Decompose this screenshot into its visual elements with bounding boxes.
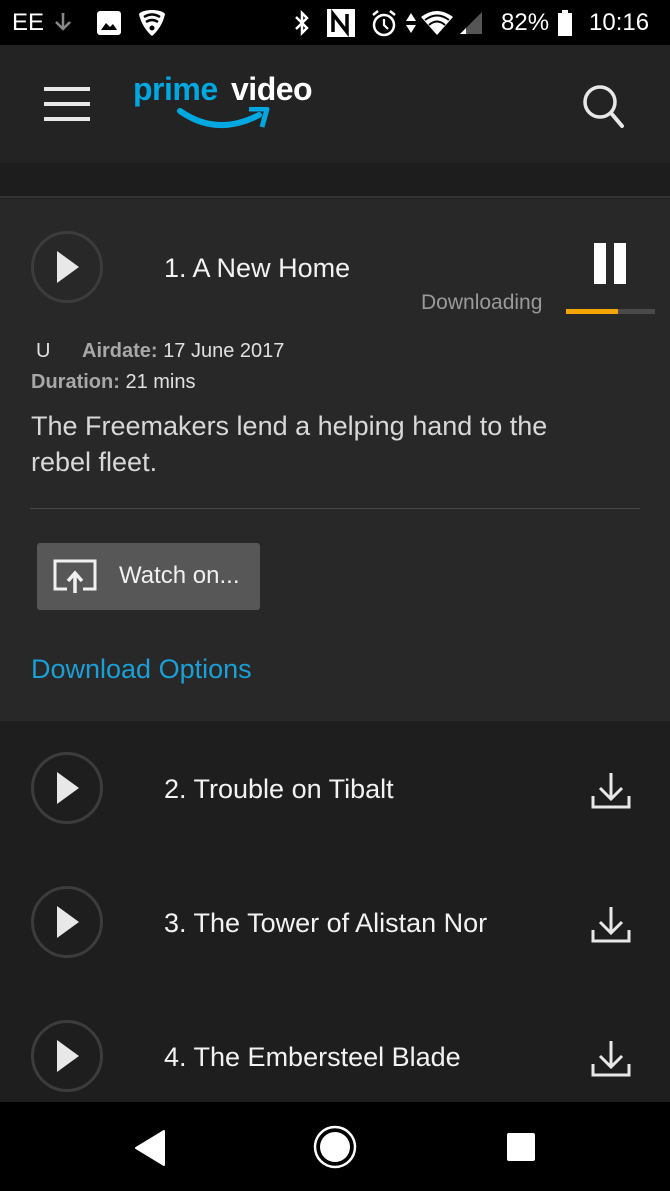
- download-options-link[interactable]: Download Options: [31, 654, 252, 685]
- section-divider: [0, 163, 670, 198]
- clock: 10:16: [589, 0, 649, 45]
- carrier-text: EE: [12, 8, 45, 36]
- pause-icon: [594, 243, 606, 284]
- download-icon[interactable]: [591, 904, 631, 944]
- hamburger-menu-icon[interactable]: [44, 87, 90, 121]
- prime-video-logo[interactable]: prime video: [133, 71, 333, 141]
- episode-card-expanded: 1. A New Home Downloading U Airdate: 17 …: [0, 199, 670, 721]
- battery-text: 82%: [501, 8, 550, 36]
- home-icon[interactable]: [313, 1125, 357, 1169]
- download-arrow-icon: [52, 0, 74, 45]
- episode-title[interactable]: 1. A New Home: [164, 253, 350, 284]
- recents-icon[interactable]: [506, 1132, 536, 1162]
- episode-title: 2. Trouble on Tibalt: [164, 774, 394, 804]
- watch-on-button[interactable]: Watch on...: [37, 543, 260, 610]
- system-nav-bar: [0, 1102, 670, 1191]
- play-button[interactable]: [31, 231, 103, 303]
- episode-title: 4. The Embersteel Blade: [164, 1042, 461, 1072]
- episode-title: 3. The Tower of Alistan Nor: [164, 908, 488, 938]
- episode-row[interactable]: 2. Trouble on Tibalt: [0, 721, 670, 856]
- download-icon[interactable]: [591, 1038, 631, 1078]
- data-arrows-icon: [405, 0, 417, 45]
- nfc-icon: [326, 0, 356, 45]
- app-bar: prime video: [0, 45, 670, 163]
- play-icon: [57, 1040, 79, 1072]
- status-bar: EE 82% 10:16: [0, 0, 670, 45]
- play-button[interactable]: [31, 752, 103, 824]
- battery-percent: 82%: [501, 0, 549, 45]
- battery-icon: [557, 0, 573, 45]
- back-icon[interactable]: [132, 1129, 168, 1167]
- pause-download-button[interactable]: [590, 243, 630, 287]
- amazon-smile-icon: [177, 107, 270, 128]
- duration: Duration: 21 mins: [31, 371, 195, 394]
- play-icon: [57, 906, 79, 938]
- cast-screen-icon: [53, 559, 97, 593]
- airdate-label: Airdate:: [82, 340, 158, 362]
- airdate-value: 17 June 2017: [163, 340, 285, 362]
- logo-video: video: [231, 71, 313, 107]
- duration-value: 21 mins: [125, 371, 196, 393]
- divider: [30, 508, 640, 509]
- synopsis-line-1: The Freemakers lend a helping hand to th…: [31, 411, 548, 441]
- signal-icon: [458, 0, 484, 45]
- vpn-shield-icon: [137, 0, 167, 45]
- image-icon: [96, 0, 122, 45]
- carrier-label: EE: [12, 0, 44, 45]
- search-icon[interactable]: [581, 83, 627, 129]
- synopsis-line-2: rebel fleet.: [31, 447, 158, 477]
- play-icon: [57, 251, 79, 283]
- download-status: Downloading: [421, 291, 543, 314]
- play-icon: [57, 772, 79, 804]
- play-button[interactable]: [31, 886, 103, 958]
- alarm-icon: [370, 0, 398, 45]
- logo-prime: prime: [133, 71, 218, 107]
- pause-icon-bar: [614, 243, 626, 284]
- rating-badge: U: [36, 340, 51, 362]
- watch-on-label: Watch on...: [119, 562, 240, 589]
- episode-list: 2. Trouble on Tibalt 3. The Tower of Ali…: [0, 721, 670, 1102]
- clock-text: 10:16: [589, 8, 650, 36]
- download-progress-bar: [566, 309, 655, 314]
- airdate: Airdate: 17 June 2017: [82, 340, 284, 363]
- download-icon[interactable]: [591, 770, 631, 810]
- download-progress-fill: [566, 309, 618, 314]
- bluetooth-icon: [292, 0, 312, 45]
- play-button[interactable]: [31, 1020, 103, 1092]
- duration-label: Duration:: [31, 371, 120, 393]
- wifi-icon: [420, 0, 454, 45]
- synopsis: The Freemakers lend a helping hand to th…: [31, 408, 547, 480]
- episode-row[interactable]: 3. The Tower of Alistan Nor: [0, 855, 670, 990]
